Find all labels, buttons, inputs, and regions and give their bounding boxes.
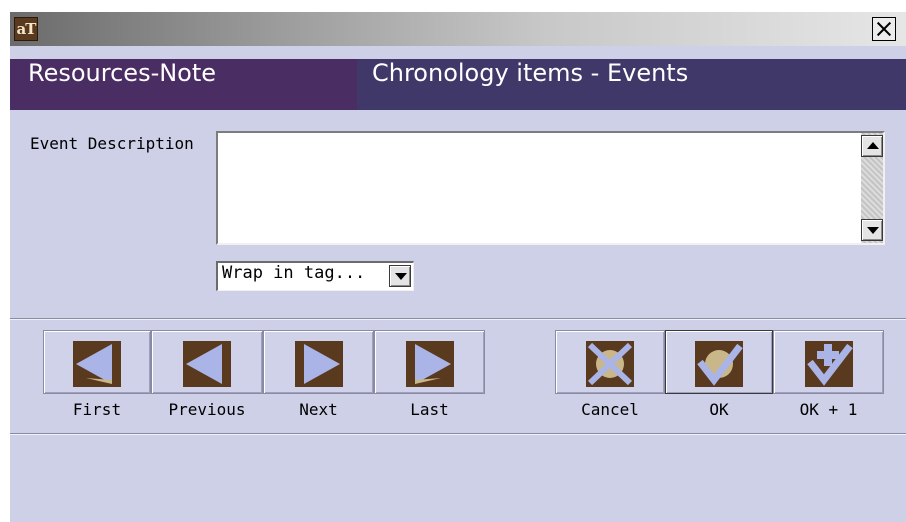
first-icon <box>73 341 121 387</box>
cancel-icon <box>586 341 634 387</box>
previous-button[interactable] <box>151 330 263 394</box>
header-bar: Resources-Note Chronology items - Events <box>10 59 906 110</box>
last-button[interactable] <box>374 330 485 394</box>
arrow-down-icon <box>867 227 879 234</box>
first-label: First <box>72 400 122 419</box>
ok-plus-one-label: OK + 1 <box>799 400 858 419</box>
ok-plus-one-icon <box>804 341 853 387</box>
next-button[interactable] <box>263 330 374 394</box>
divider <box>10 318 906 320</box>
close-icon[interactable] <box>872 17 896 41</box>
section-title-resources: Resources-Note <box>28 59 217 87</box>
wrap-select-value: Wrap in tag... <box>222 263 366 283</box>
scroll-up-button[interactable] <box>861 135 883 157</box>
event-description-textarea[interactable] <box>216 131 885 245</box>
cancel-button[interactable] <box>555 330 665 394</box>
first-button[interactable] <box>43 330 151 394</box>
wrap-in-tag-select[interactable]: Wrap in tag... <box>216 261 414 291</box>
ok-label: OK <box>709 400 729 419</box>
textarea-scrollbar[interactable] <box>861 133 883 243</box>
app-logo-icon: aT <box>14 17 38 41</box>
last-label: Last <box>410 400 449 419</box>
previous-icon <box>183 341 231 387</box>
next-label: Next <box>299 400 338 419</box>
section-title-chronology: Chronology items - Events <box>372 59 689 87</box>
title-bar[interactable]: aT <box>10 12 906 46</box>
arrow-up-icon <box>867 142 879 149</box>
ok-plus-one-button[interactable] <box>773 330 884 394</box>
ok-button[interactable] <box>665 330 773 394</box>
scroll-down-button[interactable] <box>861 219 883 241</box>
last-icon <box>405 341 454 387</box>
dialog-window: aT Resources-Note Chronology items - Eve… <box>10 12 906 522</box>
next-icon <box>294 341 343 387</box>
previous-label: Previous <box>168 400 246 419</box>
event-description-label: Event Description <box>30 134 194 153</box>
select-dropdown-button[interactable] <box>389 265 411 287</box>
divider <box>10 433 906 435</box>
ok-icon <box>695 341 743 387</box>
cancel-label: Cancel <box>581 400 639 419</box>
chevron-down-icon <box>395 273 407 280</box>
